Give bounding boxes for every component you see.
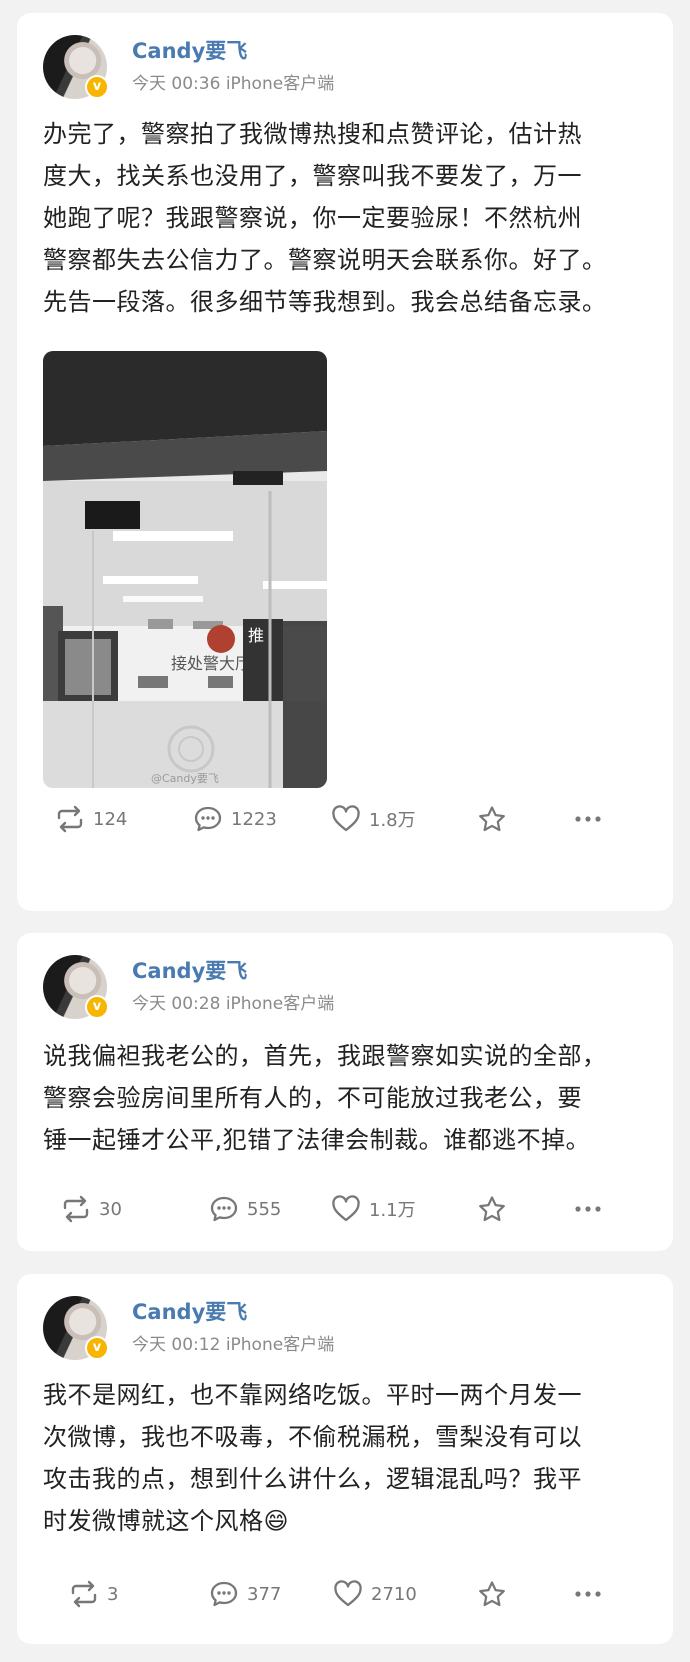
- favorite-button[interactable]: [477, 1189, 507, 1229]
- text-line: 说我偏袒我老公的，首先，我跟警察如实说的全部，: [43, 1042, 607, 1070]
- text-line: 时发微博就这个风格😄: [43, 1507, 290, 1535]
- star-icon: [479, 1196, 505, 1222]
- repost-button[interactable]: 124: [55, 799, 127, 839]
- like-button[interactable]: 1.1万: [331, 1189, 416, 1229]
- verified-badge-icon: v: [85, 995, 109, 1019]
- like-count: 2710: [371, 1583, 417, 1605]
- star-icon: [479, 1581, 505, 1607]
- police-hall-photo: 接处警大厅 推 @Candy要飞: [43, 351, 327, 788]
- favorite-button[interactable]: [477, 799, 507, 839]
- post-image[interactable]: 接处警大厅 推 @Candy要飞: [43, 351, 327, 788]
- repost-icon: [57, 805, 83, 833]
- sign-tag: 推: [248, 626, 264, 645]
- post-text: 说我偏袒我老公的，首先，我跟警察如实说的全部， 警察会验房间里所有人的，不可能放…: [43, 1035, 643, 1161]
- comment-button[interactable]: 555: [209, 1189, 281, 1229]
- post-card: v Candy要飞 今天 00:36 iPhone客户端 办完了，警察拍了我微博…: [17, 13, 673, 911]
- star-icon: [479, 806, 505, 832]
- post-meta: 今天 00:36 iPhone客户端: [132, 69, 334, 94]
- repost-button[interactable]: 3: [69, 1574, 118, 1614]
- post-card: v Candy要飞 今天 00:28 iPhone客户端 说我偏袒我老公的，首先…: [17, 933, 673, 1251]
- heart-icon: [332, 1195, 360, 1222]
- post-source: iPhone客户端: [225, 994, 335, 1014]
- repost-count: 30: [99, 1198, 122, 1220]
- repost-button[interactable]: 30: [61, 1189, 122, 1229]
- comment-button[interactable]: 377: [209, 1574, 281, 1614]
- action-bar: 30 555 1.1万: [17, 1189, 673, 1229]
- like-count: 1.1万: [369, 1200, 416, 1221]
- heart-icon: [332, 805, 360, 832]
- post-source: iPhone客户端: [225, 74, 335, 94]
- comment-icon: [194, 806, 222, 832]
- more-button[interactable]: [573, 799, 603, 839]
- like-button[interactable]: 1.8万: [331, 799, 416, 839]
- text-line: 我不是网红，也不靠网络吃饭。平时一两个月发一: [43, 1381, 582, 1409]
- action-bar: 3 377 2710: [17, 1574, 673, 1614]
- text-line: 次微博，我也不吸毒，不偷税漏税，雪梨没有可以: [43, 1423, 582, 1451]
- like-button[interactable]: 2710: [333, 1574, 417, 1614]
- repost-icon: [71, 1580, 97, 1608]
- favorite-button[interactable]: [477, 1574, 507, 1614]
- text-line: 警察会验房间里所有人的，不可能放过我老公，要: [43, 1084, 582, 1112]
- comment-icon: [210, 1196, 238, 1222]
- repost-count: 124: [93, 808, 128, 830]
- more-button[interactable]: [573, 1189, 603, 1229]
- text-line: 办完了，警察拍了我微博热搜和点赞评论，估计热: [43, 120, 582, 148]
- post-time: 今天 00:36: [132, 74, 221, 94]
- text-line: 锤一起锤才公平,犯错了法律会制裁。谁都逃不掉。: [43, 1126, 591, 1154]
- repost-icon: [63, 1195, 89, 1223]
- action-bar: 124 1223 1.8万: [17, 799, 673, 839]
- post-meta: 今天 00:12 iPhone客户端: [132, 1330, 334, 1355]
- post-text: 办完了，警察拍了我微博热搜和点赞评论，估计热 度大，找关系也没用了，警察叫我不要…: [43, 113, 643, 323]
- image-watermark: @Candy要飞: [151, 772, 219, 785]
- post-source: iPhone客户端: [225, 1335, 335, 1355]
- verified-badge-icon: v: [85, 75, 109, 99]
- author-name[interactable]: Candy要飞: [132, 35, 247, 65]
- like-count: 1.8万: [369, 810, 416, 831]
- post-time: 今天 00:28: [132, 994, 221, 1014]
- post-meta: 今天 00:28 iPhone客户端: [132, 989, 334, 1014]
- verified-badge-icon: v: [85, 1336, 109, 1360]
- more-icon: [575, 1591, 601, 1597]
- repost-count: 3: [107, 1583, 119, 1605]
- heart-icon: [334, 1580, 362, 1607]
- more-icon: [575, 816, 601, 822]
- more-button[interactable]: [573, 1574, 603, 1614]
- text-line: 度大，找关系也没用了，警察叫我不要发了，万一: [43, 162, 582, 190]
- post-time: 今天 00:12: [132, 1335, 221, 1355]
- post-text: 我不是网红，也不靠网络吃饭。平时一两个月发一 次微博，我也不吸毒，不偷税漏税，雪…: [43, 1374, 643, 1542]
- author-name[interactable]: Candy要飞: [132, 1296, 247, 1326]
- text-line: 警察都失去公信力了。警察说明天会联系你。好了。: [43, 246, 607, 274]
- sign-text: 接处警大厅: [171, 654, 251, 673]
- comment-count: 1223: [231, 808, 277, 830]
- comment-count: 377: [247, 1583, 282, 1605]
- text-line: 先告一段落。很多细节等我想到。我会总结备忘录。: [43, 288, 607, 316]
- author-name[interactable]: Candy要飞: [132, 955, 247, 985]
- comment-count: 555: [247, 1198, 282, 1220]
- post-card: v Candy要飞 今天 00:12 iPhone客户端 我不是网红，也不靠网络…: [17, 1274, 673, 1644]
- text-line: 她跑了呢？我跟警察说，你一定要验尿！不然杭州: [43, 204, 582, 232]
- comment-icon: [210, 1581, 238, 1607]
- more-icon: [575, 1206, 601, 1212]
- comment-button[interactable]: 1223: [193, 799, 277, 839]
- text-line: 攻击我的点，想到什么讲什么，逻辑混乱吗？我平: [43, 1465, 582, 1493]
